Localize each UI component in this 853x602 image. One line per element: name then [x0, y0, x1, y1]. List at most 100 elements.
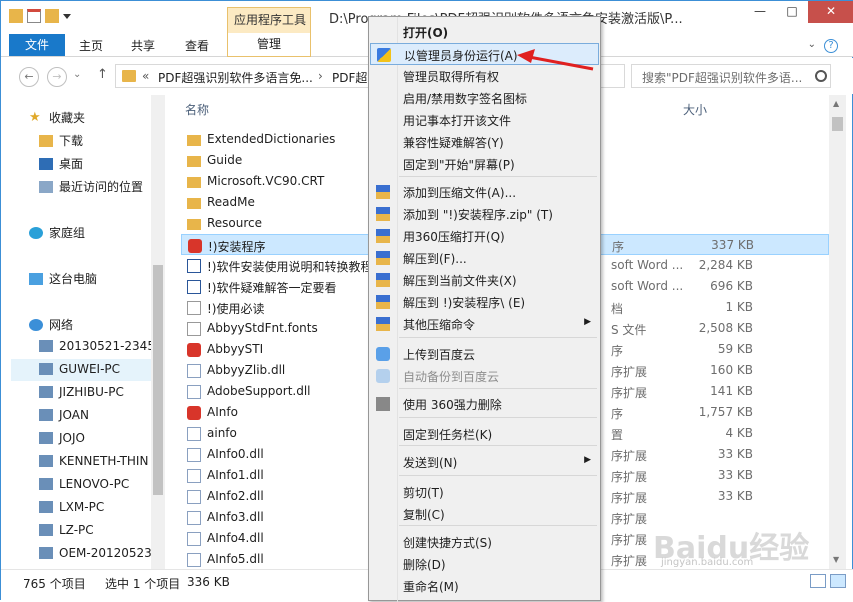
archive-icon: [376, 273, 390, 287]
search-input[interactable]: 搜索"PDF超强识别软件多语...: [631, 64, 831, 88]
menu-separator: [399, 445, 597, 446]
application-icon: [188, 239, 202, 253]
properties-icon[interactable]: [27, 9, 41, 23]
nav-item-downloads[interactable]: 下载: [39, 132, 83, 149]
menu-item[interactable]: 创建快捷方式(S): [370, 531, 599, 553]
menu-item[interactable]: 解压到当前文件夹(X): [370, 269, 599, 291]
nav-item-computer[interactable]: LXM-PC: [39, 500, 104, 514]
file-type: S 文件: [611, 323, 647, 337]
dll-file-icon: [187, 490, 201, 504]
menu-item[interactable]: 复制(C): [370, 503, 599, 525]
menu-item[interactable]: 添加到 "!)安装程序.zip" (T): [370, 203, 599, 225]
scroll-down-icon[interactable]: ▼: [833, 555, 839, 564]
menu-item[interactable]: 剪切(T): [370, 481, 599, 503]
menu-item[interactable]: 启用/禁用数字签名图标: [370, 87, 599, 109]
scroll-up-icon[interactable]: ▲: [833, 99, 839, 108]
search-icon[interactable]: [815, 70, 827, 82]
menu-item[interactable]: 自动备份到百度云: [370, 365, 599, 387]
new-folder-icon[interactable]: [45, 9, 59, 23]
menu-item[interactable]: 用360压缩打开(Q): [370, 225, 599, 247]
quick-access-toolbar: [9, 9, 71, 23]
help-icon[interactable]: ?: [824, 39, 838, 53]
tab-manage[interactable]: 管理: [227, 33, 311, 57]
menu-item[interactable]: 打开(O): [370, 21, 599, 43]
menu-item-label: 剪切(T): [403, 486, 444, 500]
folder-icon[interactable]: [9, 9, 23, 23]
maximize-button[interactable]: □: [776, 1, 808, 23]
nav-item-computer[interactable]: OEM-20120523: [39, 546, 151, 560]
file-type: 序扩展: [611, 491, 648, 505]
computer-icon: [39, 455, 53, 467]
nav-item-computer[interactable]: KENNETH-THIN: [39, 454, 148, 468]
file-size: 33 KB: [717, 489, 753, 503]
menu-item-label: 添加到压缩文件(A)...: [403, 186, 517, 200]
recent-locations-icon[interactable]: ⌄: [73, 69, 81, 80]
nav-item-computer[interactable]: JIZHIBU-PC: [39, 385, 124, 399]
nav-scrollbar[interactable]: [151, 95, 165, 569]
breadcrumb-overflow[interactable]: «: [142, 69, 149, 83]
customize-qat-icon[interactable]: [63, 14, 71, 19]
nav-item-computer[interactable]: LZ-PC: [39, 523, 94, 537]
word-document-icon: [187, 280, 201, 294]
folder-icon: [122, 70, 136, 82]
nav-item-this-pc[interactable]: 这台电脑: [29, 270, 97, 287]
up-button[interactable]: ↑: [97, 67, 108, 82]
menu-item[interactable]: 删除(D): [370, 553, 599, 575]
computer-icon: [39, 363, 53, 375]
tab-home[interactable]: 主页: [79, 37, 103, 54]
menu-item[interactable]: 发送到(N) ▶: [370, 451, 599, 473]
menu-item[interactable]: 使用 360强力删除: [370, 393, 599, 415]
breadcrumb-item[interactable]: PDF超: [332, 69, 367, 86]
file-list-scrollbar-thumb[interactable]: [832, 117, 843, 131]
nav-item-computer[interactable]: JOJO: [39, 431, 85, 445]
file-type: 序扩展: [611, 554, 648, 568]
column-header-name[interactable]: 名称: [185, 101, 209, 118]
menu-item-label: 复制(C): [403, 508, 445, 522]
menu-item[interactable]: 上传到百度云: [370, 343, 599, 365]
file-type: 序: [612, 240, 625, 254]
menu-item[interactable]: 解压到(F)...: [370, 247, 599, 269]
nav-item-computer[interactable]: 20130521-2345: [39, 339, 151, 353]
dll-file-icon: [187, 364, 201, 378]
nav-item-network[interactable]: 网络: [29, 316, 73, 333]
column-header-size[interactable]: 大小: [683, 101, 707, 118]
minimize-button[interactable]: —: [744, 1, 776, 23]
file-type: 序扩展: [611, 512, 648, 526]
menu-item[interactable]: 固定到任务栏(K): [370, 423, 599, 445]
nav-item-computer[interactable]: LENOVO-PC: [39, 477, 129, 491]
computer-icon: [29, 272, 43, 285]
application-icon: [187, 406, 201, 420]
menu-item[interactable]: 管理员取得所有权: [370, 65, 599, 87]
menu-item[interactable]: 其他压缩命令 ▶: [370, 313, 599, 335]
menu-item[interactable]: 固定到"开始"屏幕(P): [370, 153, 599, 175]
large-icons-view-icon[interactable]: [830, 574, 846, 588]
menu-item[interactable]: 添加到压缩文件(A)...: [370, 181, 599, 203]
expand-ribbon-icon[interactable]: ⌄: [808, 39, 816, 50]
folder-icon: [187, 198, 201, 209]
nav-item-recent[interactable]: 最近访问的位置: [39, 178, 143, 195]
menu-item-label: 兼容性疑难解答(Y): [403, 136, 504, 150]
nav-item-computer[interactable]: GUWEI-PC: [39, 362, 120, 376]
tab-view[interactable]: 查看: [185, 37, 209, 54]
nav-item-desktop[interactable]: 桌面: [39, 155, 83, 172]
close-button[interactable]: ✕: [808, 1, 853, 23]
back-button[interactable]: ←: [19, 67, 39, 87]
breadcrumb-item[interactable]: PDF超强识别软件多语言免...: [158, 69, 313, 86]
file-list-scrollbar[interactable]: ▲ ▼: [829, 95, 846, 569]
tab-share[interactable]: 共享: [131, 37, 155, 54]
file-type: 序: [611, 344, 624, 358]
details-view-icon[interactable]: [810, 574, 826, 588]
menu-item-label: 解压到 !)安装程序\ (E): [403, 296, 526, 310]
nav-scrollbar-thumb[interactable]: [153, 265, 163, 495]
nav-item-computer[interactable]: JOAN: [39, 408, 89, 422]
file-type: 序扩展: [611, 533, 648, 547]
menu-item[interactable]: 用记事本打开该文件: [370, 109, 599, 131]
menu-item[interactable]: 解压到 !)安装程序\ (E): [370, 291, 599, 313]
menu-item[interactable]: 重命名(M): [370, 575, 599, 597]
tab-file[interactable]: 文件: [9, 34, 65, 56]
menu-item[interactable]: 兼容性疑难解答(Y): [370, 131, 599, 153]
menu-item[interactable]: 以管理员身份运行(A): [370, 43, 599, 65]
nav-item-favorites[interactable]: ★ 收藏夹: [29, 109, 85, 126]
nav-item-homegroup[interactable]: 家庭组: [29, 224, 85, 241]
forward-button[interactable]: →: [47, 67, 67, 87]
